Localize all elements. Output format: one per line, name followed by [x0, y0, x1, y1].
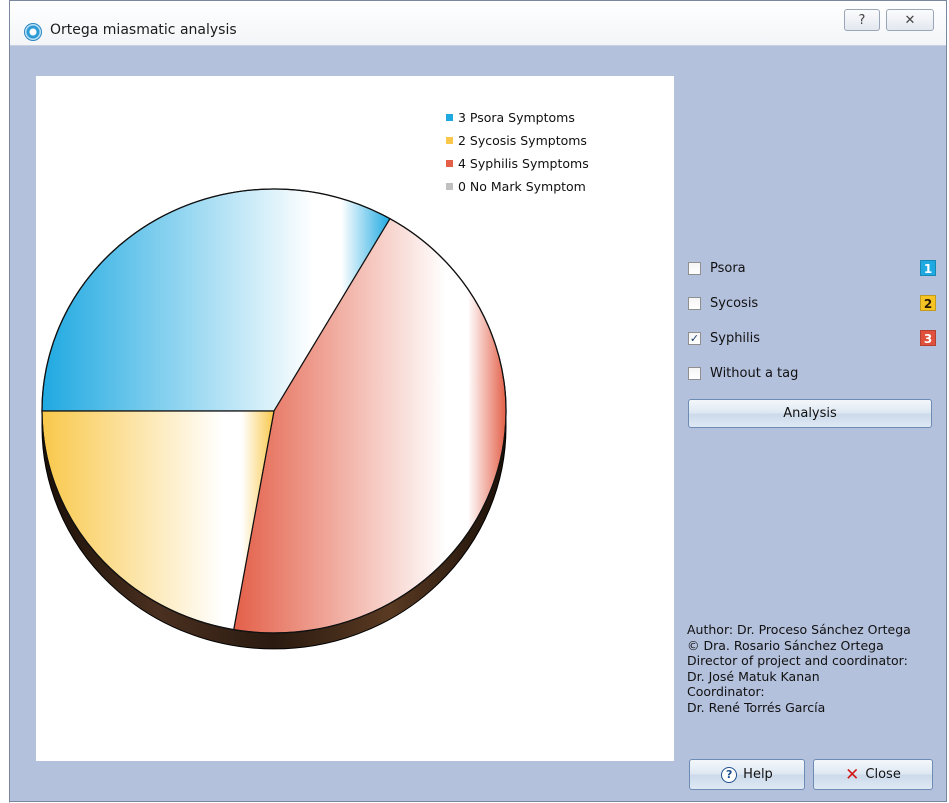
background-app-fragment: [1, 100, 7, 112]
tag-badge-icon: 3: [920, 330, 936, 346]
close-icon: ✕: [904, 12, 916, 28]
checkbox-label[interactable]: Without a tag: [710, 366, 798, 381]
close-x-icon: ✕: [845, 764, 860, 785]
help-button[interactable]: ? Help: [689, 759, 805, 790]
legend-label: 0 No Mark Symptom: [458, 179, 586, 194]
help-button-label: Help: [743, 767, 773, 782]
checkbox[interactable]: [688, 262, 701, 275]
miasmatic-analysis-dialog: Ortega miasmatic analysis ? ✕ 3 Psora Sy…: [9, 0, 947, 802]
legend-label: 2 Sycosis Symptoms: [458, 133, 587, 148]
titlebar-close-button[interactable]: ✕: [886, 9, 934, 31]
legend-label: 4 Syphilis Symptoms: [458, 156, 589, 171]
help-icon: ?: [721, 766, 738, 783]
checkbox-label[interactable]: Syphilis: [710, 331, 760, 346]
question-icon: ?: [858, 12, 866, 28]
checkbox[interactable]: ✓: [688, 332, 701, 345]
checkbox-label[interactable]: Psora: [710, 261, 746, 276]
legend-item: 2 Sycosis Symptoms: [446, 129, 589, 152]
legend-item: 4 Syphilis Symptoms: [446, 152, 589, 175]
legend-swatch: [446, 137, 453, 144]
checkbox-label[interactable]: Sycosis: [710, 296, 758, 311]
app-icon: [24, 23, 42, 41]
close-button[interactable]: ✕ Close: [813, 759, 933, 790]
option-without-a-tag: Without a tag: [688, 364, 936, 399]
title-bar[interactable]: Ortega miasmatic analysis ? ✕: [10, 1, 946, 46]
analysis-button[interactable]: Analysis: [688, 399, 932, 428]
option-psora: Psora 1: [688, 259, 936, 294]
pie-slice-sycosis: [41, 410, 275, 631]
credit-line: Director of project and coordinator:: [687, 653, 908, 668]
credits-block: Author: Dr. Proceso Sánchez Ortega © Dra.…: [687, 622, 911, 715]
credit-line: Author: Dr. Proceso Sánchez Ortega: [687, 622, 911, 637]
credit-line: Dr. José Matuk Kanan: [687, 668, 820, 684]
window-title: Ortega miasmatic analysis: [50, 22, 237, 38]
legend-swatch: [446, 183, 453, 190]
credit-line: © Dra. Rosario Sánchez Ortega: [687, 637, 884, 653]
tag-badge-icon: 1: [920, 260, 936, 276]
chart-legend: 3 Psora Symptoms 2 Sycosis Symptoms 4 Syph…: [446, 106, 589, 198]
option-syphilis: ✓ Syphilis 3: [688, 329, 936, 364]
checkbox[interactable]: [688, 297, 701, 310]
credit-line: Dr. René Torrés García: [687, 699, 826, 715]
legend-item: 3 Psora Symptoms: [446, 106, 589, 129]
legend-swatch: [446, 160, 453, 167]
legend-label: 3 Psora Symptoms: [458, 110, 575, 125]
titlebar-help-button[interactable]: ?: [844, 9, 880, 31]
legend-swatch: [446, 114, 453, 121]
checkbox[interactable]: [688, 367, 701, 380]
miasm-filter-options: Psora 1 Sycosis 2 ✓ Syphilis 3 Without a tag: [688, 259, 936, 399]
tag-badge-icon: 2: [920, 295, 936, 311]
pie-chart-panel: 3 Psora Symptoms 2 Sycosis Symptoms 4 Syph…: [36, 76, 674, 761]
close-button-label: Close: [865, 767, 901, 782]
credit-line: Coordinator:: [687, 684, 765, 699]
option-sycosis: Sycosis 2: [688, 294, 936, 329]
legend-item: 0 No Mark Symptom: [446, 175, 589, 198]
